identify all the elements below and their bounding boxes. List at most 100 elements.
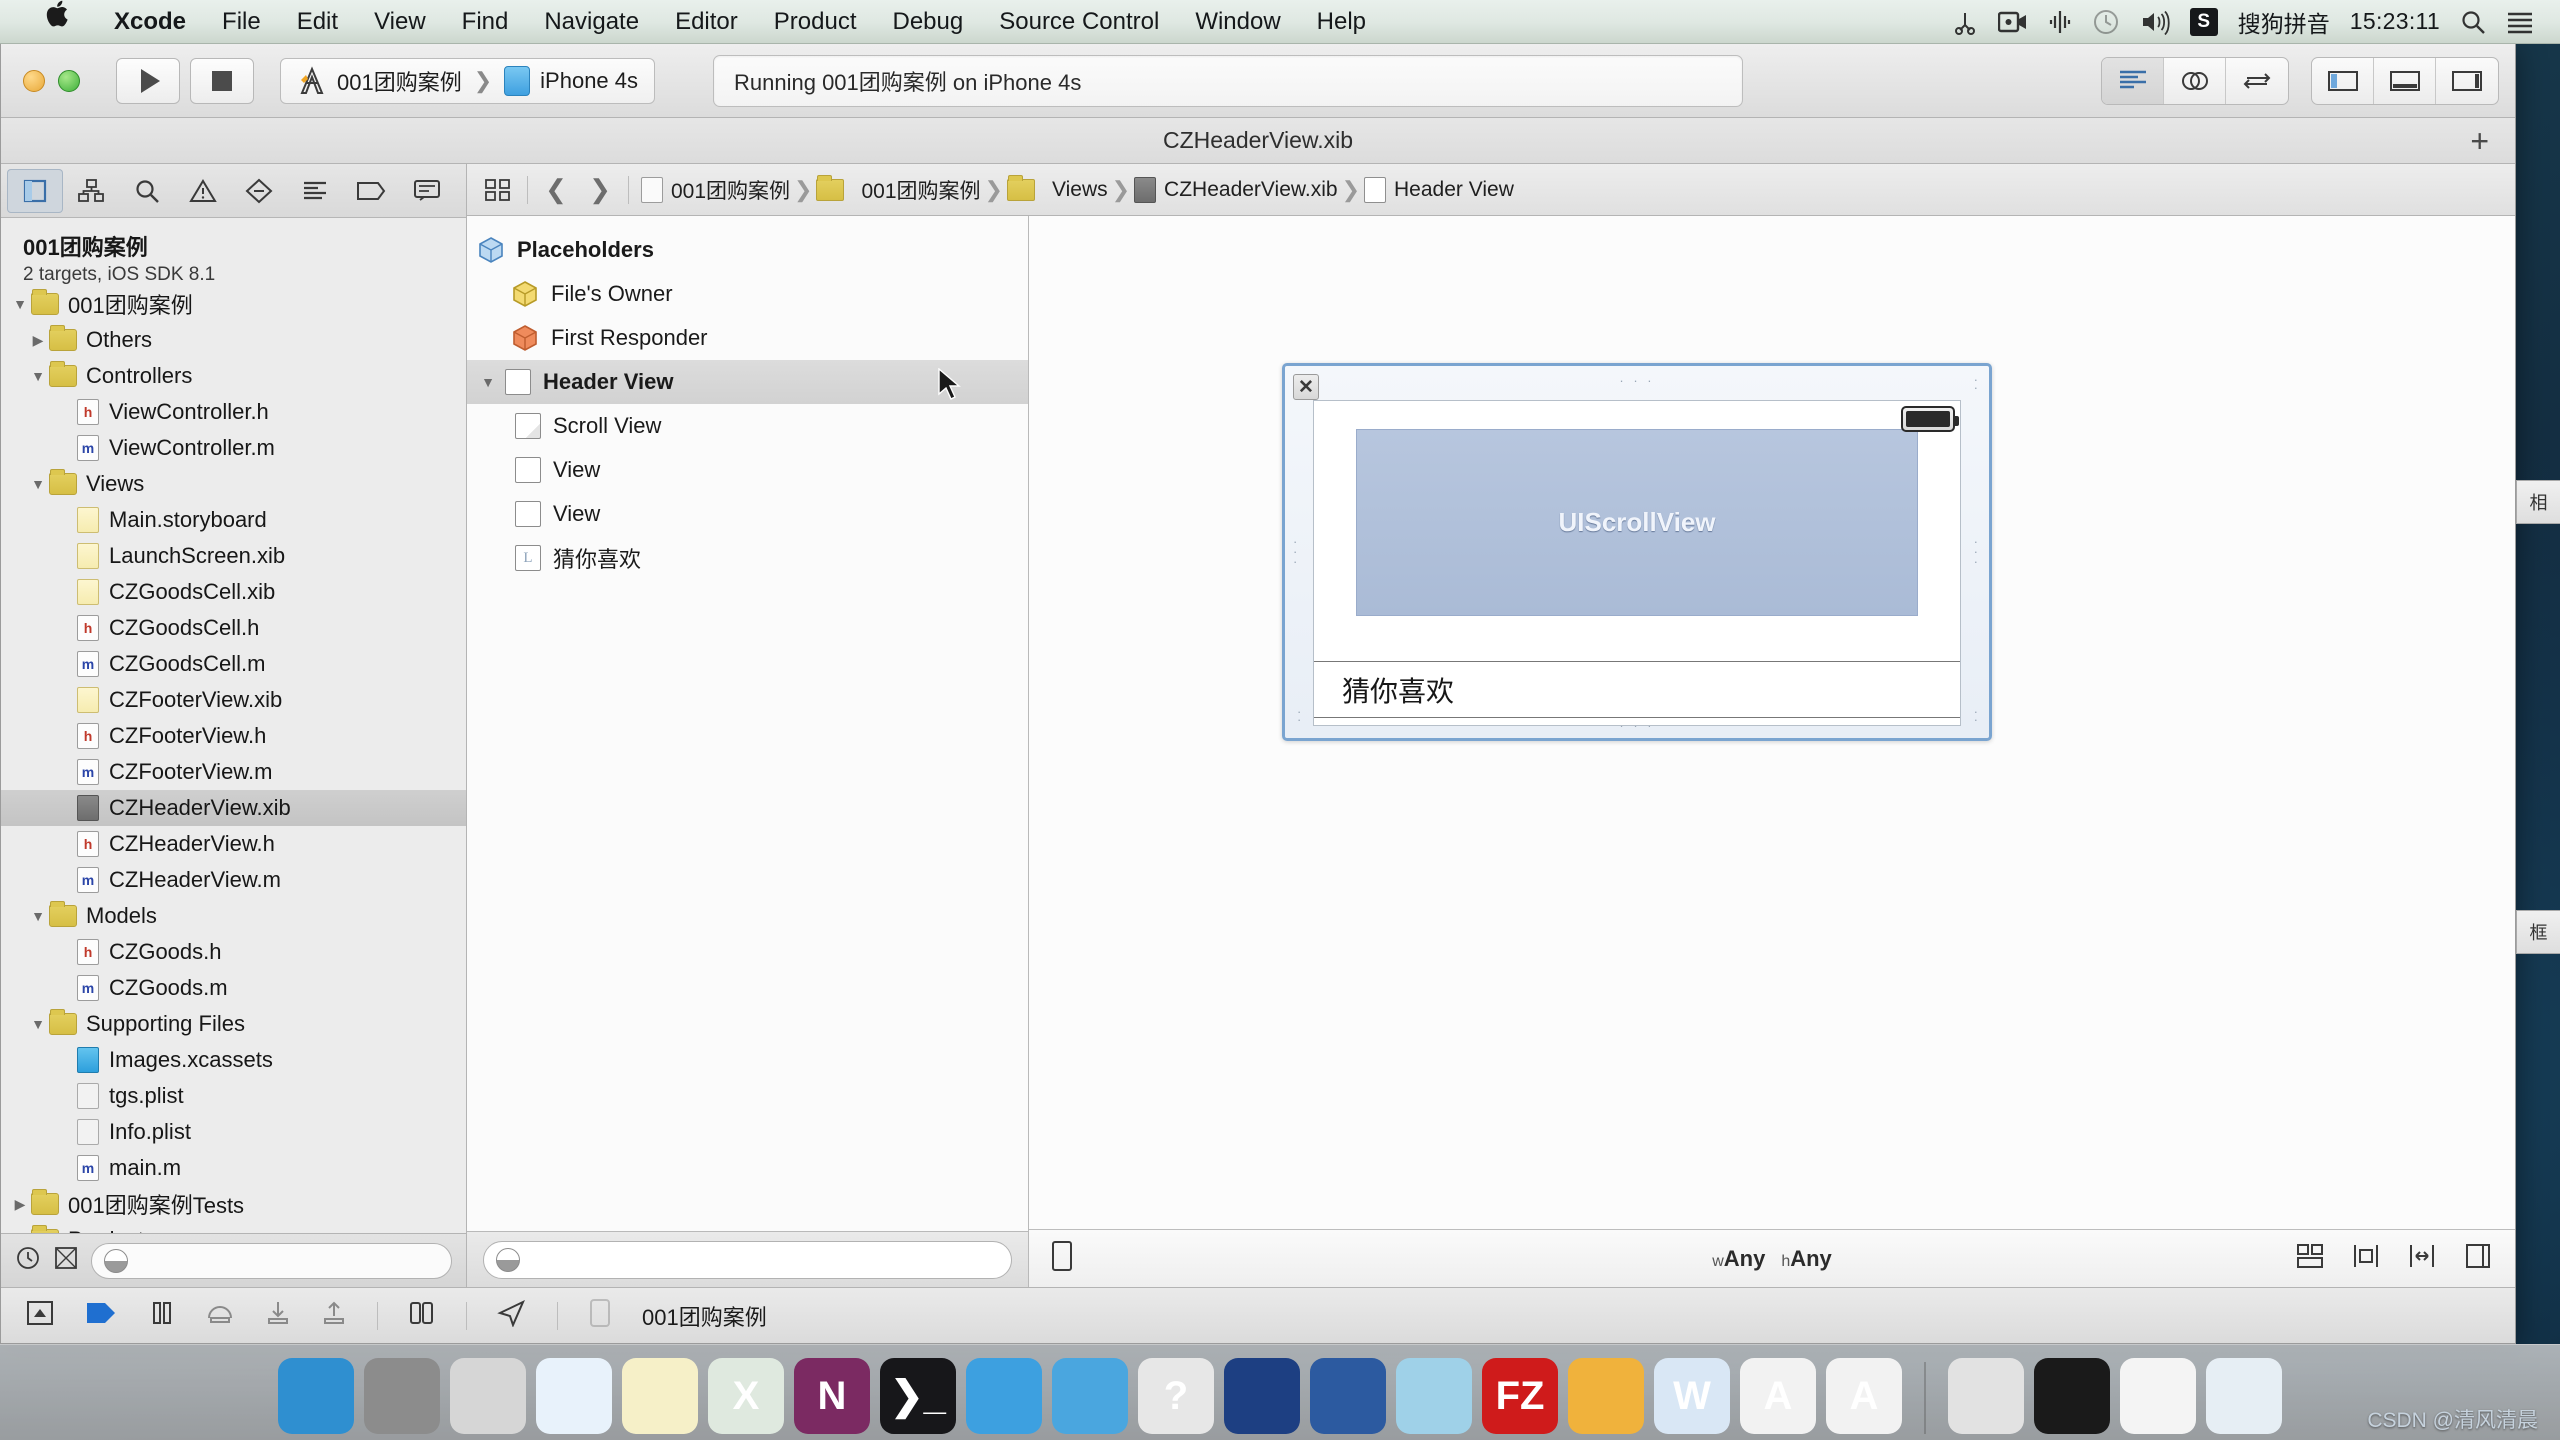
pin-icon[interactable] [2407,1242,2437,1276]
outline-row[interactable]: View [467,492,1028,536]
device-preview-icon[interactable] [1051,1240,1073,1278]
show-debug-area-icon[interactable] [25,1299,55,1333]
menu-item-edit[interactable]: Edit [279,0,356,44]
menu-item-help[interactable]: Help [1299,0,1384,44]
run-button[interactable] [116,57,180,104]
dock-item-terminal[interactable]: ❯_ [880,1358,956,1434]
version-editor-button[interactable] [2226,58,2288,104]
navigator-row[interactable]: CZHeaderView.xib [1,790,466,826]
navigator-row[interactable]: Models [1,898,466,934]
breadcrumb-item[interactable]: Header View [1364,176,1514,203]
chevron-right-icon[interactable] [9,1196,31,1213]
navigator-row[interactable]: Controllers [1,358,466,394]
volume-icon[interactable] [2140,9,2170,35]
header-view-design[interactable]: ✕ · · · · · · ··· ··· ·· ·· ·· UIScrollV… [1282,363,1992,741]
toggle-utilities-button[interactable] [2436,58,2498,104]
navigator-tab-project[interactable] [7,168,63,213]
resize-handle-bottom-right[interactable]: · · [1974,705,1981,726]
navigator-row[interactable]: Views [1,466,466,502]
dock-item-downloads-stack[interactable] [1948,1358,2024,1434]
step-over-icon[interactable] [205,1300,235,1332]
apple-menu[interactable] [28,0,96,44]
navigator-row[interactable]: h ViewController.h [1,394,466,430]
navigator-row[interactable]: h CZHeaderView.h [1,826,466,862]
forward-button[interactable]: ❯ [584,174,616,205]
dock-item-simulator[interactable] [1052,1358,1128,1434]
source-control-icon[interactable] [53,1245,79,1276]
assistant-editor-button[interactable] [2164,57,2226,104]
dock-item-documents-stack[interactable] [2120,1358,2196,1434]
chevron-down-icon[interactable] [27,1016,49,1032]
step-out-icon[interactable] [321,1300,347,1332]
menu-bar-clock[interactable]: 15:23:11 [2350,8,2440,35]
navigator-row[interactable]: CZGoodsCell.xib [1,574,466,610]
breadcrumb-item[interactable]: 001团购案例 [641,175,790,205]
chevron-down-icon[interactable] [27,476,49,492]
navigator-row[interactable]: Info.plist [1,1114,466,1150]
navigator-row[interactable]: tgs.plist [1,1078,466,1114]
navigator-tab-debug[interactable] [287,169,343,213]
dock-item-screen-share[interactable] [2034,1358,2110,1434]
step-into-icon[interactable] [265,1300,291,1332]
navigator-row[interactable]: h CZGoodsCell.h [1,610,466,646]
navigator-row[interactable]: m main.m [1,1150,466,1186]
dock-item-system-preferences[interactable] [364,1358,440,1434]
navigator-row[interactable]: m CZHeaderView.m [1,862,466,898]
navigator-row[interactable]: CZFooterView.xib [1,682,466,718]
chevron-down-icon[interactable] [477,374,499,390]
dock-item-note-app-2[interactable]: A [1826,1358,1902,1434]
recent-files-icon[interactable] [15,1245,41,1276]
close-icon[interactable]: ✕ [1293,374,1319,400]
ime-badge-icon[interactable]: S [2189,7,2218,36]
resolve-icon[interactable] [2463,1242,2493,1276]
breadcrumb-item[interactable]: CZHeaderView.xib [1134,176,1338,203]
dock-item-xcode[interactable] [966,1358,1042,1434]
pause-icon[interactable] [149,1300,175,1332]
audio-meter-icon[interactable] [2048,9,2072,35]
outline-filter-input[interactable] [483,1240,1012,1279]
navigator-row[interactable]: 001团购案例Tests [1,1186,466,1222]
stop-button[interactable] [190,57,254,104]
menu-item-view[interactable]: View [356,0,444,44]
back-button[interactable]: ❮ [540,174,572,205]
dock-item-quicktime[interactable] [1310,1358,1386,1434]
navigator-row[interactable]: Images.xcassets [1,1042,466,1078]
interface-builder-canvas[interactable]: ✕ · · · · · · ··· ··· ·· ·· ·· UIScrollV… [1029,216,2515,1229]
navigator-row[interactable]: LaunchScreen.xib [1,538,466,574]
ime-label[interactable]: 搜狗拼音 [2238,5,2330,39]
menu-item-file[interactable]: File [204,0,279,44]
dock-item-launchpad[interactable] [450,1358,526,1434]
navigator-row[interactable]: h CZFooterView.h [1,718,466,754]
screen-record-icon[interactable] [1997,10,2028,34]
zoom-button[interactable] [58,69,80,92]
chevron-right-icon[interactable] [27,332,49,349]
edge-tab-upper[interactable]: 相 [2516,480,2560,524]
resize-handle-right[interactable]: · · · [1974,535,1981,568]
navigator-row[interactable]: Products [1,1222,466,1233]
notification-center-icon[interactable] [2506,10,2534,34]
project-navigator-tree[interactable]: 001团购案例 2 targets, iOS SDK 8.1 001团购案例 Ot… [1,218,466,1233]
menu-item-xcode[interactable]: Xcode [96,0,204,44]
search-icon[interactable] [2460,9,2486,35]
navigator-filter-input[interactable] [91,1242,452,1279]
time-machine-icon[interactable] [2092,8,2120,36]
toggle-navigator-button[interactable] [2312,57,2374,104]
chevron-down-icon[interactable] [27,908,49,924]
dock-item-finder[interactable] [278,1358,354,1434]
scroll-view-element[interactable]: UIScrollView [1356,429,1918,616]
size-class-indicator[interactable]: wAny hAny [1712,1246,1832,1272]
dock-item-dash-docs[interactable]: ? [1138,1358,1214,1434]
menu-item-debug[interactable]: Debug [875,0,982,44]
outline-row[interactable]: View [467,448,1028,492]
scissors-icon[interactable] [1952,9,1978,35]
menu-item-window[interactable]: Window [1177,0,1298,44]
toggle-debug-area-button[interactable] [2374,57,2436,104]
outline-row[interactable]: L 猜你喜欢 [467,536,1028,580]
scheme-selector[interactable]: 001团购案例 ❯ iPhone 4s [280,57,656,104]
navigator-tab-breakpoint[interactable] [343,169,399,213]
align-icon[interactable] [2351,1242,2381,1276]
navigator-row[interactable]: 001团购案例 [1,286,466,322]
navigator-row[interactable]: Main.storyboard [1,502,466,538]
related-items-icon[interactable] [481,177,515,203]
dock-item-note-app-1[interactable]: A [1740,1358,1816,1434]
